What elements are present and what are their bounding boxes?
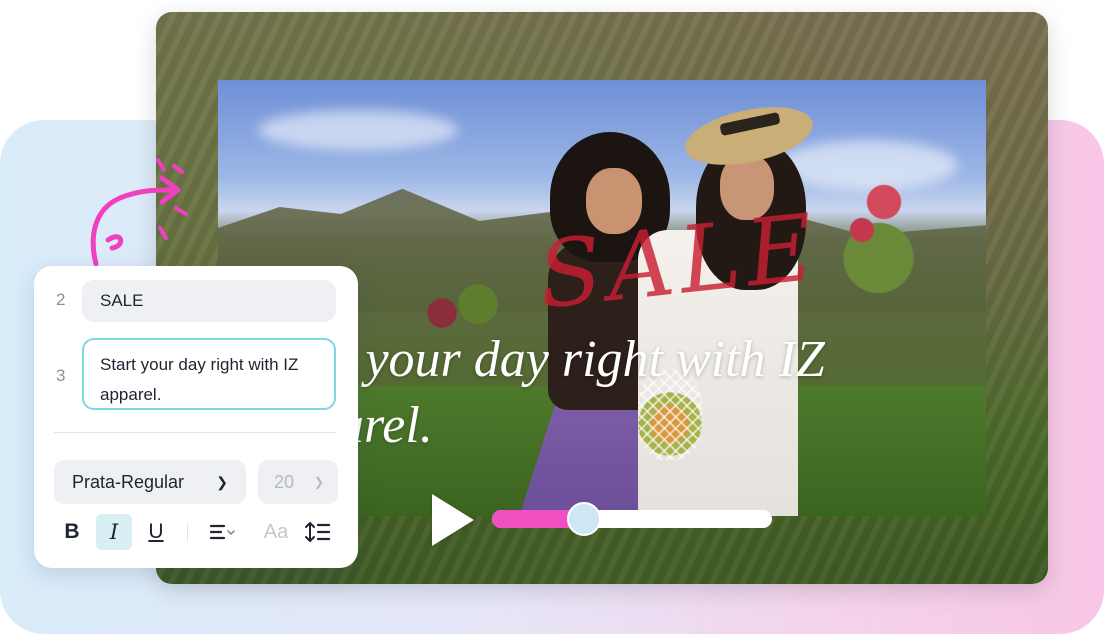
line-spacing-button[interactable] <box>300 514 336 550</box>
toolbar-separator <box>187 524 188 542</box>
font-family-label: Prata-Regular <box>72 472 185 492</box>
divider <box>54 432 336 433</box>
row-number: 2 <box>56 290 66 309</box>
bold-button[interactable]: B <box>54 514 90 550</box>
font-size-label: 20 <box>274 472 295 492</box>
flower-bouquet <box>818 160 928 300</box>
text-case-icon: Aa <box>263 521 289 543</box>
underline-button[interactable]: U <box>138 514 174 550</box>
text-row-sale-field[interactable]: SALE <box>82 280 336 322</box>
chevron-down-icon: ❯ <box>216 474 228 490</box>
text-case-button[interactable]: Aa <box>258 514 294 550</box>
line-spacing-icon <box>305 522 331 542</box>
arrow-doodle-icon <box>90 158 188 267</box>
align-left-button[interactable] <box>204 514 240 550</box>
font-size-select[interactable]: 20 ❯ <box>258 460 338 504</box>
text-editor-panel: 2 SALE 3 Start your day right with IZ ap… <box>34 266 358 568</box>
font-family-select[interactable]: Prata-Regular ❯ <box>54 460 246 504</box>
progress-bar[interactable] <box>492 502 772 536</box>
row-number: 3 <box>56 366 66 385</box>
italic-button[interactable]: I <box>96 514 132 550</box>
cloud <box>258 110 458 150</box>
align-left-icon <box>209 524 235 540</box>
overlay-caption-line1[interactable]: t your day right with IZ <box>338 330 825 389</box>
text-row-caption-field[interactable]: Start your day right with IZ apparel. <box>82 338 336 410</box>
play-icon[interactable] <box>432 494 474 546</box>
chevron-down-icon: ❯ <box>313 475 324 489</box>
